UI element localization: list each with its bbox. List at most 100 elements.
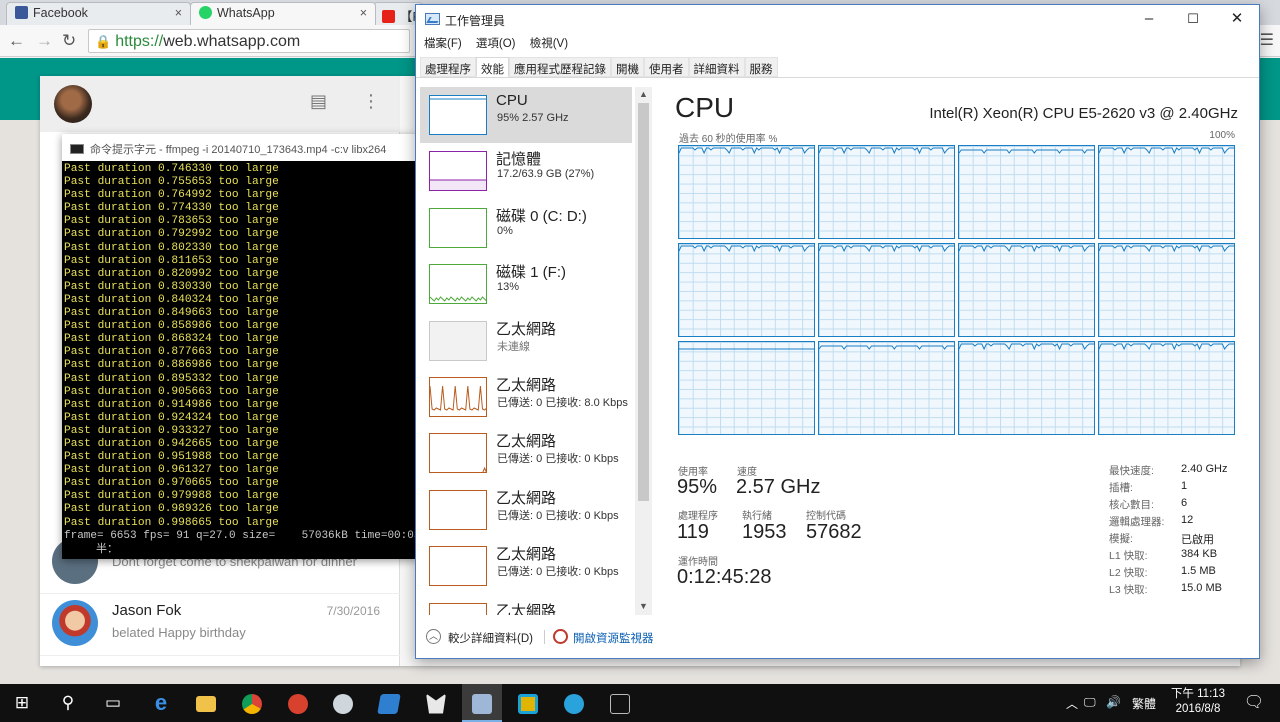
cmd-titlebar[interactable]: 命令提示字元 - ffmpeg -i 20140710_173643.mp4 -…: [62, 134, 418, 161]
cmd-output-line: Past duration 0.746330 too large: [64, 163, 279, 175]
sidebar-item-ethernet[interactable]: 乙太網路 未連線: [420, 313, 632, 369]
task-manager-icon[interactable]: [462, 684, 502, 722]
tab-facebook[interactable]: Facebook ×: [6, 2, 191, 25]
scroll-thumb[interactable]: [638, 103, 649, 501]
resource-summary: 17.2/63.9 GB (27%): [497, 168, 595, 181]
utilization-caption: 過去 60 秒的使用率 %: [679, 134, 778, 145]
task-manager-icon: [425, 13, 440, 25]
tab-2[interactable]: 應用程式歷程記錄: [509, 57, 611, 77]
tab-1[interactable]: 效能: [476, 57, 509, 77]
tab-whatsapp[interactable]: WhatsApp ×: [190, 2, 376, 25]
resource-summary: 13%: [497, 281, 520, 294]
sparkline-thumbnail: [429, 264, 487, 305]
scroll-down-icon[interactable]: ▼: [639, 601, 648, 611]
file-explorer-icon[interactable]: [186, 684, 226, 722]
network-icon[interactable]: 🖵: [1084, 695, 1096, 710]
logical-processor-graph: [1098, 341, 1235, 435]
telegram-icon[interactable]: [554, 684, 594, 722]
close-tab-icon[interactable]: ×: [175, 6, 182, 20]
sidebar-item-ethernet[interactable]: 乙太網路 已傳送: 0 已接收: 0 Kbps: [420, 425, 632, 481]
sidebar-item-disk1[interactable]: 磁碟 1 (F:) 13%: [420, 256, 632, 312]
visual-studio-icon[interactable]: [369, 684, 409, 722]
volume-icon[interactable]: 🔊: [1106, 695, 1121, 709]
show-hidden-icons-icon[interactable]: ︿: [1066, 695, 1078, 712]
app-bird-icon[interactable]: [323, 684, 363, 722]
menubar: 檔案(F) 選項(O) 檢視(V): [416, 35, 1259, 55]
app-yellow-icon[interactable]: [508, 684, 548, 722]
start-icon[interactable]: ⊞: [2, 684, 42, 722]
logical-processor-graph: [818, 243, 955, 337]
sidebar-item-disk0[interactable]: 磁碟 0 (C: D:) 0%: [420, 200, 632, 256]
logical-processor-graph: [818, 145, 955, 239]
avatar[interactable]: [54, 85, 92, 123]
clock[interactable]: 下午 11:13 2016/8/8: [1168, 687, 1228, 717]
menu-icon[interactable]: ⋮: [362, 91, 380, 112]
app-red-icon[interactable]: [278, 684, 318, 722]
search-icon[interactable]: ⚲: [48, 684, 88, 722]
command-prompt-window[interactable]: 命令提示字元 - ffmpeg -i 20140710_173643.mp4 -…: [62, 134, 418, 559]
sidebar-item-memory[interactable]: 記憶體 17.2/63.9 GB (27%): [420, 143, 632, 199]
titlebar[interactable]: 工作管理員 – ☐ ✕: [416, 5, 1259, 33]
logical-processor-graph: [678, 243, 815, 337]
chrome-icon[interactable]: [232, 684, 272, 722]
tab-6[interactable]: 服務: [744, 57, 778, 77]
resource-summary: 已傳送: 0 已接收: 0 Kbps: [497, 566, 619, 579]
cmd-icon[interactable]: [600, 684, 640, 722]
tab-3[interactable]: 開機: [611, 57, 644, 77]
logical-processor-graph: [1098, 145, 1235, 239]
ime-indicator[interactable]: 繁體: [1132, 695, 1156, 712]
edge-icon[interactable]: e: [141, 684, 181, 722]
close-button[interactable]: ✕: [1215, 7, 1259, 31]
task-view-icon[interactable]: ▭: [93, 684, 133, 722]
new-chat-icon[interactable]: ▤: [310, 91, 327, 112]
sidebar-item-cpu[interactable]: CPU 95% 2.57 GHz: [420, 87, 632, 143]
address-bar[interactable]: 🔒 https://web.whatsapp.com: [88, 29, 410, 53]
reload-icon[interactable]: ↻: [62, 31, 76, 51]
threads-label: 執行緒: [742, 511, 772, 522]
open-resource-monitor-link[interactable]: 開啟資源監視器: [573, 630, 654, 646]
menu-view[interactable]: 檢視(V): [530, 38, 568, 50]
resource-name: 乙太網路: [496, 377, 557, 394]
forward-icon[interactable]: →: [36, 31, 53, 51]
threads-value: 1953: [742, 521, 787, 543]
spec-value: 2.40 GHz: [1181, 463, 1228, 475]
scroll-up-icon[interactable]: ▲: [639, 89, 648, 99]
tab-5[interactable]: 詳細資料: [688, 57, 745, 77]
resource-summary: 已傳送: 0 已接收: 0 Kbps: [497, 509, 619, 522]
cmd-output-line: Past duration 0.783653 too large: [64, 215, 279, 228]
resource-list-scrollbar[interactable]: ▲ ▼: [635, 87, 652, 615]
menu-file[interactable]: 檔案(F): [424, 38, 462, 50]
tab-strip: 處理程序 效能 應用程式歷程記錄 開機 使用者 詳細資料 服務: [416, 57, 1259, 78]
divider: [544, 630, 545, 644]
maximize-button[interactable]: ☐: [1171, 7, 1215, 31]
resource-name: 磁碟 0 (C: D:): [496, 207, 587, 225]
sidebar-item-ethernet[interactable]: 乙太網路 已傳送: 0 已接收: 8.0 Kbps: [420, 369, 632, 425]
cmd-output-line: Past duration 0.951988 too large: [64, 451, 279, 464]
app-fox-icon[interactable]: [416, 684, 456, 722]
browser-menu-icon[interactable]: ☰: [1260, 30, 1274, 50]
menu-options[interactable]: 選項(O): [476, 38, 516, 50]
close-tab-icon[interactable]: ×: [360, 6, 367, 20]
back-icon[interactable]: ←: [8, 31, 25, 51]
sidebar-item-ethernet[interactable]: 乙太網路: [420, 595, 632, 615]
sidebar-item-ethernet[interactable]: 乙太網路 已傳送: 0 已接收: 0 Kbps: [420, 482, 632, 538]
fewer-details-link[interactable]: 較少詳細資料(D): [448, 630, 533, 646]
whatsapp-icon: [199, 6, 212, 19]
resource-summary: 已傳送: 0 已接收: 0 Kbps: [497, 453, 619, 466]
minimize-button[interactable]: –: [1127, 7, 1171, 31]
logical-processor-graphs[interactable]: [678, 145, 1237, 435]
action-center-icon[interactable]: 🗨: [1234, 684, 1274, 722]
chevron-up-icon[interactable]: ︿: [426, 629, 441, 644]
cmd-output-line: Past duration 0.840324 too large: [64, 293, 279, 306]
resource-name: 乙太網路: [496, 602, 557, 615]
sidebar-item-ethernet[interactable]: 乙太網路 已傳送: 0 已接收: 0 Kbps: [420, 538, 632, 594]
task-manager-window[interactable]: 工作管理員 – ☐ ✕ 檔案(F) 選項(O) 檢視(V) 處理程序 效能 應用程式…: [415, 4, 1260, 659]
list-item[interactable]: Jason Fok 7/30/2016 belated Happy birthd…: [40, 588, 400, 656]
tab-4[interactable]: 使用者: [644, 57, 689, 77]
tab-0[interactable]: 處理程序: [420, 57, 476, 77]
resource-summary: 0%: [497, 224, 513, 237]
logical-processor-graph: [958, 341, 1095, 435]
logical-processor-graph: [678, 341, 815, 435]
spec-label: 邏輯處理器:: [1109, 516, 1165, 528]
cmd-output-line: Past duration 0.755653 too large: [64, 176, 279, 189]
